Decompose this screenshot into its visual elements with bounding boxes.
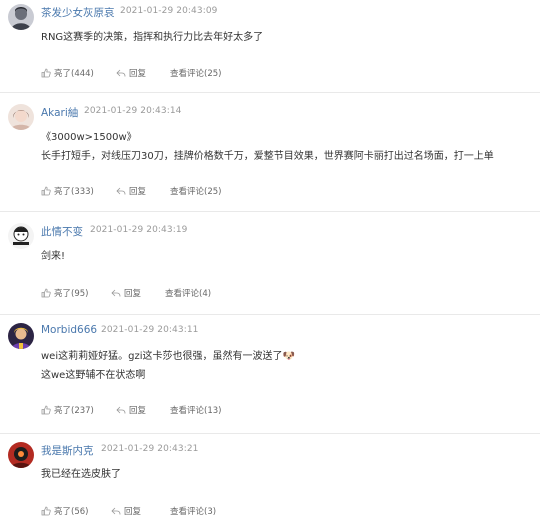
reply-icon (116, 69, 126, 77)
thumbs-up-icon (41, 506, 51, 516)
comment-item: 茶发少女灰原哀 2021-01-29 20:43:09 RNG这赛季的决策，指挥… (0, 0, 540, 92)
username-link[interactable]: 茶发少女灰原哀 (41, 5, 115, 20)
timestamp: 2021-01-29 20:43:11 (101, 325, 199, 335)
view-replies-link[interactable]: 查看评论(25) (170, 67, 221, 79)
view-replies-label: 查看评论(25) (170, 187, 222, 197)
reply-button[interactable]: 回复 (116, 185, 146, 197)
like-count: 亮了(333) (54, 187, 94, 197)
like-button[interactable]: 亮了(444) (41, 67, 94, 79)
username-link[interactable]: 此情不变 (41, 224, 83, 239)
username-link[interactable]: Morbid666 (41, 324, 97, 336)
reply-label: 回复 (129, 406, 147, 416)
reply-icon (111, 289, 121, 297)
avatar[interactable] (8, 4, 34, 30)
like-button[interactable]: 亮了(333) (41, 185, 94, 197)
comment-item: Akari紬 2021-01-29 20:43:14 《3000w>1500w》… (0, 93, 540, 211)
like-count: 亮了(237) (54, 406, 94, 416)
reply-label: 回复 (124, 289, 142, 299)
reply-button[interactable]: 回复 (111, 505, 141, 517)
comment-text: 长手打短手，对线压刀30刀，挂牌价格数千万，爱整节目效果，世界赛阿卡丽打出过名场… (41, 151, 494, 162)
reply-label: 回复 (129, 187, 147, 197)
view-replies-link[interactable]: 查看评论(25) (170, 185, 221, 197)
reply-button[interactable]: 回复 (116, 67, 146, 79)
view-replies-link[interactable]: 查看评论(3) (170, 505, 216, 517)
username-link[interactable]: 我是斯内克 (41, 443, 94, 458)
comment-text: 我已经在选皮肤了 (41, 469, 121, 480)
thumbs-up-icon (41, 288, 51, 298)
comment-item: 我是斯内克 2021-01-29 20:43:21 我已经在选皮肤了 亮了(56… (0, 434, 540, 519)
like-count: 亮了(444) (54, 69, 94, 79)
reply-label: 回复 (124, 507, 142, 517)
reply-icon (116, 406, 126, 414)
username-link[interactable]: Akari紬 (41, 105, 78, 120)
like-count: 亮了(95) (54, 289, 89, 299)
reply-button[interactable]: 回复 (116, 404, 146, 416)
comment-text: wei这莉莉娅好猛。gzi这卡莎也很强，虽然有一波送了🐶 (41, 351, 295, 362)
like-button[interactable]: 亮了(56) (41, 505, 88, 517)
reply-label: 回复 (129, 69, 147, 79)
reply-button[interactable]: 回复 (111, 287, 141, 299)
like-count: 亮了(56) (54, 507, 89, 517)
timestamp: 2021-01-29 20:43:14 (84, 106, 182, 116)
timestamp: 2021-01-29 20:43:09 (120, 6, 218, 16)
comment-item: 此情不变 2021-01-29 20:43:19 剑来! 亮了(95) 回复 查… (0, 212, 540, 314)
avatar[interactable] (8, 223, 34, 249)
comment-text: 剑来! (41, 251, 66, 262)
thumbs-up-icon (41, 68, 51, 78)
view-replies-label: 查看评论(4) (165, 289, 212, 299)
thumbs-up-icon (41, 186, 51, 196)
comment-text: 《3000w>1500w》 (41, 132, 137, 143)
view-replies-link[interactable]: 查看评论(13) (170, 404, 221, 416)
thumbs-up-icon (41, 405, 51, 415)
reply-icon (116, 187, 126, 195)
view-replies-label: 查看评论(25) (170, 69, 222, 79)
avatar[interactable] (8, 104, 34, 130)
comment-text: RNG这赛季的决策，指挥和执行力比去年好太多了 (41, 32, 264, 43)
view-replies-label: 查看评论(13) (170, 406, 222, 416)
avatar[interactable] (8, 323, 34, 349)
like-button[interactable]: 亮了(237) (41, 404, 94, 416)
comment-text: 这we这野辅不在状态啊 (41, 370, 146, 381)
like-button[interactable]: 亮了(95) (41, 287, 88, 299)
view-replies-label: 查看评论(3) (170, 507, 217, 517)
timestamp: 2021-01-29 20:43:19 (90, 225, 188, 235)
comment-item: Morbid666 2021-01-29 20:43:11 wei这莉莉娅好猛。… (0, 315, 540, 433)
view-replies-link[interactable]: 查看评论(4) (165, 287, 211, 299)
reply-icon (111, 507, 121, 515)
avatar[interactable] (8, 442, 34, 468)
timestamp: 2021-01-29 20:43:21 (101, 444, 199, 454)
